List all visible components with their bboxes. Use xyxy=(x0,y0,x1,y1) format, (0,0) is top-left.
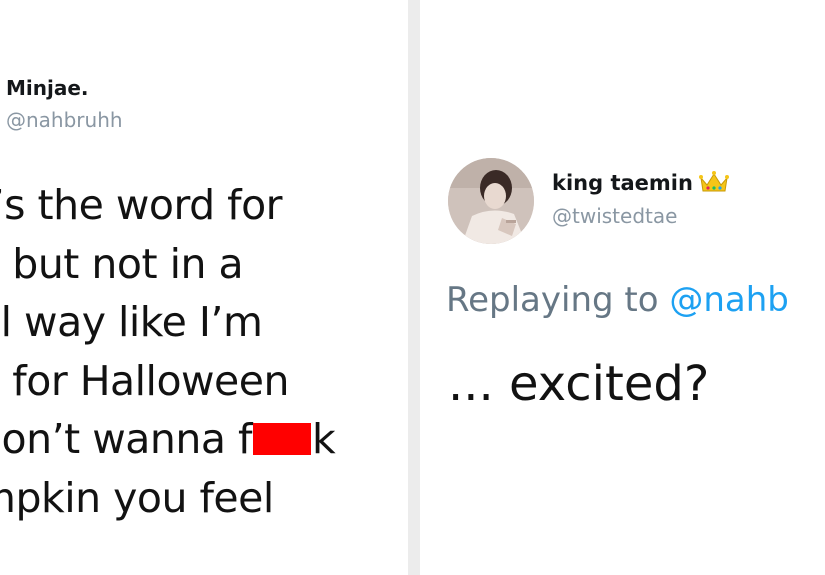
right-display-name-text: king taemin xyxy=(552,171,693,195)
right-handle[interactable]: @twistedtae xyxy=(552,204,677,228)
tweet-body-line-text: don’t wanna f xyxy=(0,415,252,463)
crown-icon xyxy=(698,170,729,199)
tweet-body-line: mpkin you feel xyxy=(0,473,274,522)
reply-mention-link[interactable]: @nahb xyxy=(669,280,789,320)
tweet-body-line: t’s the word for xyxy=(0,181,283,229)
right-tweet-body: ... excited? xyxy=(448,356,710,412)
left-display-name[interactable]: Minjae. xyxy=(6,76,89,100)
censor-bar xyxy=(252,423,311,455)
tweet-body-line: al way like I’m xyxy=(0,298,263,346)
left-tweet-card: Minjae. @nahbruhh t’s the word for y but… xyxy=(0,0,408,575)
left-handle[interactable]: @nahbruhh xyxy=(6,108,123,132)
right-display-name[interactable]: king taemin xyxy=(552,170,729,199)
reply-prefix: Replaying to xyxy=(446,280,670,320)
tweet-body-line: y but not in a xyxy=(0,239,244,288)
avatar-photo xyxy=(448,158,534,244)
right-tweet-card: king taemin @twistedtae Replaying to @na… xyxy=(420,0,825,575)
panel-divider xyxy=(408,0,420,575)
tweet-body-line-tail: k xyxy=(311,415,336,463)
tweet-body-line: y for Halloween xyxy=(0,356,290,405)
tweet-body-line-redacted: don’t wanna f k xyxy=(0,410,408,469)
screenshot-collage: Minjae. @nahbruhh t’s the word for y but… xyxy=(0,0,825,575)
avatar[interactable] xyxy=(448,158,534,244)
left-tweet-body: t’s the word for y but not in a al way l… xyxy=(0,176,408,527)
reply-context: Replaying to @nahb xyxy=(446,280,789,320)
